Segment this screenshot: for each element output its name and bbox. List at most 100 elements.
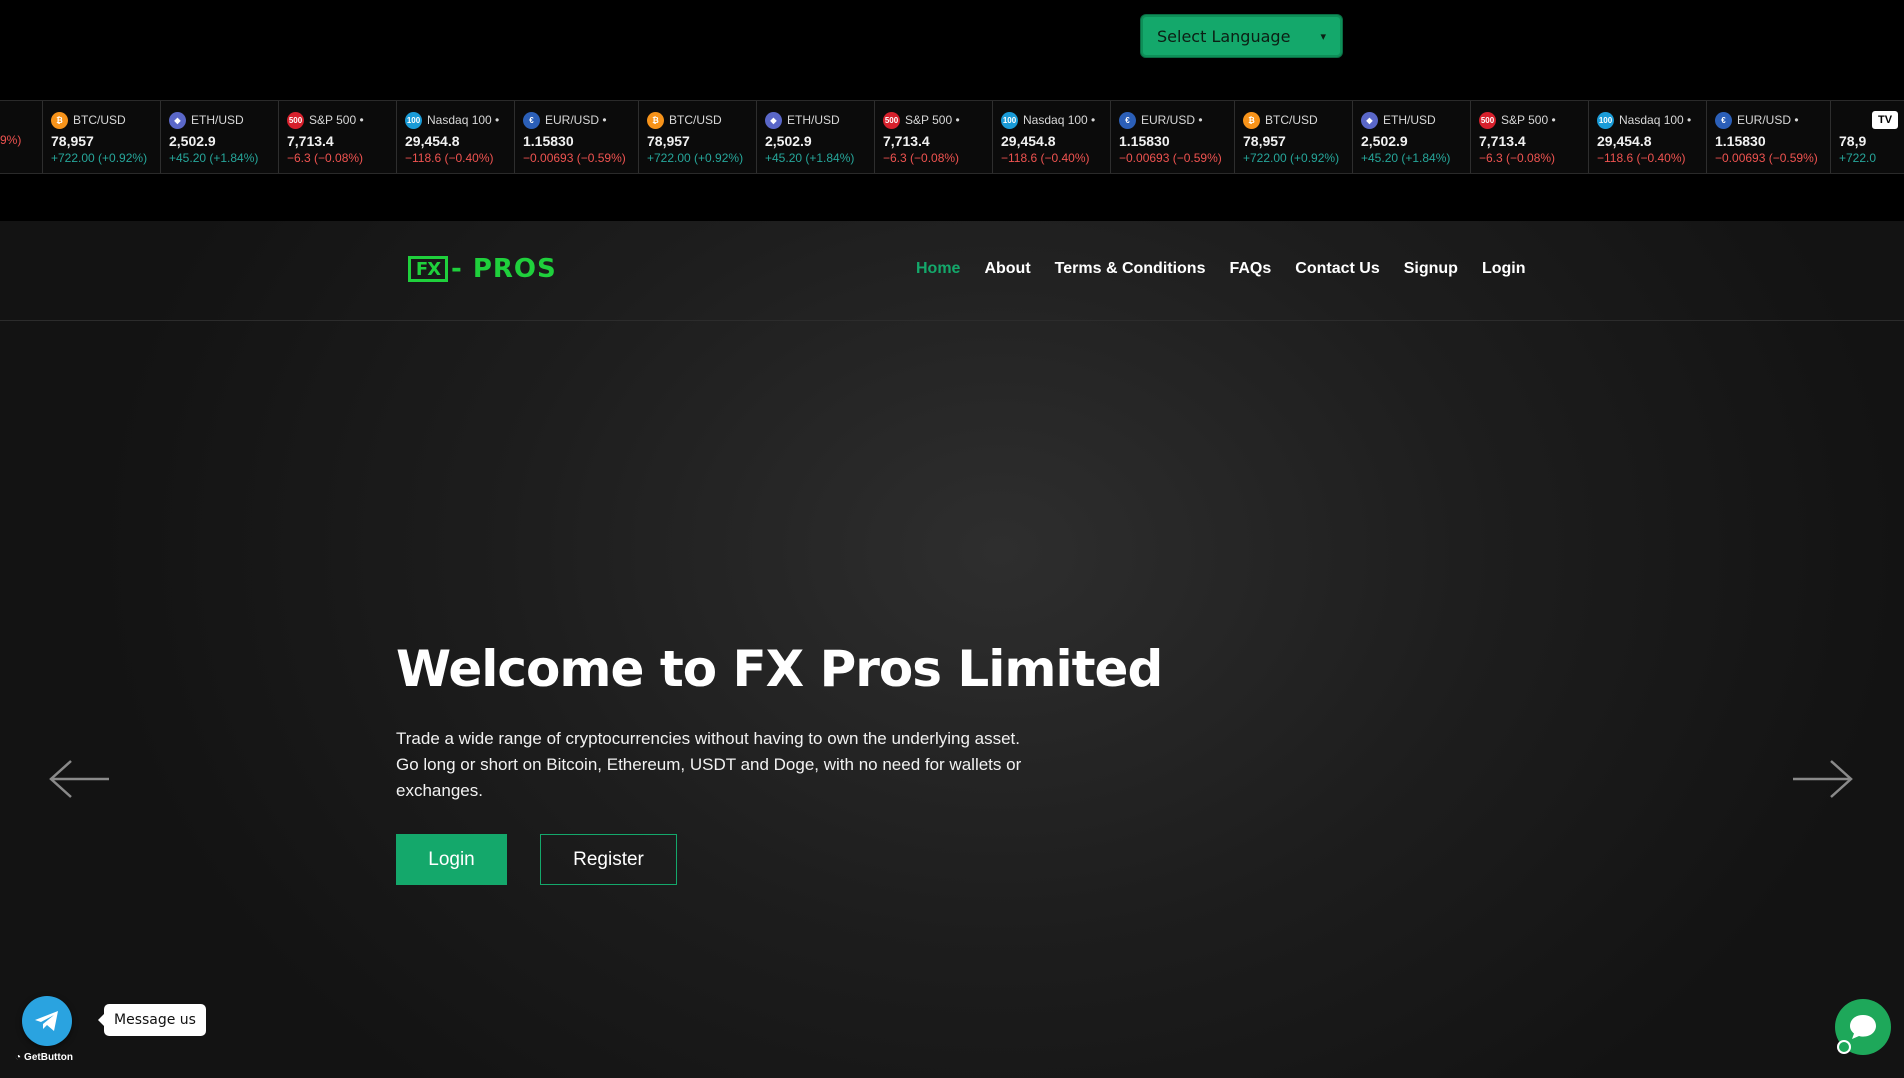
ticker-symbol [0,111,42,129]
ticker-price: 2,502.9 [169,133,216,149]
price-ticker[interactable]: 9%) ₿ BTC/USD 78,957 +722.00 (+0.92%) ◆ ETH/US… [0,100,1904,174]
ticker-symbol: 500 S&P 500 • [1479,111,1588,129]
tradingview-logo[interactable]: TV [1872,111,1898,129]
ticker-change: −118.6 (−0.40%) [1001,151,1090,165]
ticker-price: 78,957 [51,133,94,149]
ticker-price: 29,454.8 [1001,133,1056,149]
ticker-price: 78,957 [647,133,690,149]
ticker-symbol: ₿ BTC/USD [51,111,160,129]
ticker-symbol-label: Nasdaq 100 • [427,113,500,127]
ticker-change: −0.00693 (−0.59%) [1715,151,1818,165]
nasdaq-icon: 100 [1597,111,1614,129]
chat-status-dot [1837,1040,1851,1054]
ticker-symbol-label: EUR/USD • [1737,113,1799,127]
ticker-symbol-label: ETH/USD [1383,113,1436,127]
telegram-icon [35,1011,58,1031]
ticker-price: 1.15830 [1119,133,1170,149]
nav-faqs[interactable]: FAQs [1229,260,1271,278]
ticker-item[interactable]: ◆ ETH/USD 2,502.9 +45.20 (+1.84%) [1353,101,1471,173]
language-select[interactable]: Select Language ▾ [1141,15,1342,57]
eurusd-icon: € [523,111,540,129]
hero-description: Trade a wide range of cryptocurrencies w… [396,729,1022,800]
ticker-change: +722.00 (+0.92%) [1243,151,1340,165]
ticker-symbol-label: S&P 500 • [905,113,960,127]
ticker-symbol-label: ETH/USD [787,113,840,127]
carousel-next-arrow-icon[interactable] [1791,757,1855,801]
ticker-change: +45.20 (+1.84%) [169,151,259,165]
bitcoin-icon: ₿ [51,111,68,129]
ticker-symbol: 500 S&P 500 • [287,111,396,129]
ticker-track: 9%) ₿ BTC/USD 78,957 +722.00 (+0.92%) ◆ ETH/US… [0,101,1904,173]
ticker-item[interactable]: 100 Nasdaq 100 • 29,454.8 −118.6 (−0.40%) [993,101,1111,173]
ticker-symbol: ₿ BTC/USD [1243,111,1352,129]
ticker-change: −6.3 (−0.08%) [883,151,960,165]
telegram-message-button[interactable] [22,996,72,1046]
ticker-price: 2,502.9 [1361,133,1408,149]
ticker-price: 29,454.8 [405,133,460,149]
ticker-symbol-label: BTC/USD [73,113,126,127]
ticker-change: −0.00693 (−0.59%) [1119,151,1222,165]
sp500-icon: 500 [287,111,304,129]
ticker-item[interactable]: 500 S&P 500 • 7,713.4 −6.3 (−0.08%) [1471,101,1589,173]
ticker-symbol-label: EUR/USD • [545,113,607,127]
nasdaq-icon: 100 [405,111,422,129]
ticker-item[interactable]: ₿ BTC/USD 78,957 +722.00 (+0.92%) [43,101,161,173]
ticker-change: −118.6 (−0.40%) [1597,151,1686,165]
ticker-item[interactable]: € EUR/USD • 1.15830 −0.00693 (−0.59%) [515,101,639,173]
nav-home[interactable]: Home [916,260,960,278]
ticker-symbol: ◆ ETH/USD [169,111,278,129]
ticker-price: 7,713.4 [287,133,334,149]
ticker-item[interactable]: 9%) [0,101,43,173]
ticker-change: −6.3 (−0.08%) [1479,151,1556,165]
ticker-item[interactable]: € EUR/USD • 1.15830 −0.00693 (−0.59%) [1111,101,1235,173]
ticker-change: +45.20 (+1.84%) [1361,151,1451,165]
ticker-symbol-label: BTC/USD [669,113,722,127]
ticker-item[interactable]: 500 S&P 500 • 7,713.4 −6.3 (−0.08%) [279,101,397,173]
nav-login[interactable]: Login [1482,260,1526,278]
getbutton-label: GetButton [24,1052,73,1063]
hero-title: Welcome to FX Pros Limited [396,640,1163,698]
site-logo[interactable]: FX - PROS [408,254,557,284]
hero-register-button[interactable]: Register [540,834,677,885]
ticker-symbol-label: BTC/USD [1265,113,1318,127]
carousel-prev-arrow-icon[interactable] [47,757,111,801]
ticker-item[interactable]: ◆ ETH/USD 2,502.9 +45.20 (+1.84%) [161,101,279,173]
bitcoin-icon: ₿ [1243,111,1260,129]
nasdaq-icon: 100 [1001,111,1018,129]
ticker-change: −118.6 (−0.40%) [405,151,494,165]
ticker-symbol: ◆ ETH/USD [1361,111,1470,129]
message-us-tooltip[interactable]: Message us [98,1004,206,1036]
ticker-item[interactable]: 100 Nasdaq 100 • 29,454.8 −118.6 (−0.40%) [1589,101,1707,173]
navbar: FX - PROS Home About Terms & Conditions FAQ… [0,221,1904,321]
ticker-symbol: € EUR/USD • [523,111,638,129]
ticker-symbol: € EUR/USD • [1715,111,1830,129]
ticker-change: +722.00 (+0.92%) [51,151,148,165]
ticker-symbol: 100 Nasdaq 100 • [1597,111,1706,129]
logo-text: - PROS [451,254,557,284]
eurusd-icon: € [1715,111,1732,129]
ethereum-icon: ◆ [765,111,782,129]
ticker-symbol-label: Nasdaq 100 • [1023,113,1096,127]
top-bar: Select Language ▾ [0,0,1904,100]
ticker-symbol: 500 S&P 500 • [883,111,992,129]
ticker-change: 9%) [0,133,22,147]
getbutton-credit[interactable]: ◔ GetButton [15,1052,73,1063]
ticker-symbol: 100 Nasdaq 100 • [405,111,514,129]
getbutton-logo-icon: ◔ [15,1052,22,1063]
nav-terms-conditions[interactable]: Terms & Conditions [1055,260,1206,278]
ticker-symbol-label: EUR/USD • [1141,113,1203,127]
ticker-symbol: € EUR/USD • [1119,111,1234,129]
ticker-price: 7,713.4 [1479,133,1526,149]
ticker-symbol: ◆ ETH/USD [765,111,874,129]
ticker-item[interactable]: € EUR/USD • 1.15830 −0.00693 (−0.59%) [1707,101,1831,173]
nav-contact-us[interactable]: Contact Us [1295,260,1379,278]
chat-bubble-icon [1850,1015,1876,1039]
ticker-item[interactable]: ₿ BTC/USD 78,957 +722.00 (+0.92%) [1235,101,1353,173]
ticker-item[interactable]: 100 Nasdaq 100 • 29,454.8 −118.6 (−0.40%) [397,101,515,173]
hero-login-button[interactable]: Login [396,834,507,885]
ticker-item[interactable]: 500 S&P 500 • 7,713.4 −6.3 (−0.08%) [875,101,993,173]
ticker-item[interactable]: ₿ BTC/USD 78,957 +722.00 (+0.92%) [639,101,757,173]
nav-signup[interactable]: Signup [1404,260,1458,278]
ticker-item[interactable]: ◆ ETH/USD 2,502.9 +45.20 (+1.84%) [757,101,875,173]
nav-about[interactable]: About [984,260,1030,278]
